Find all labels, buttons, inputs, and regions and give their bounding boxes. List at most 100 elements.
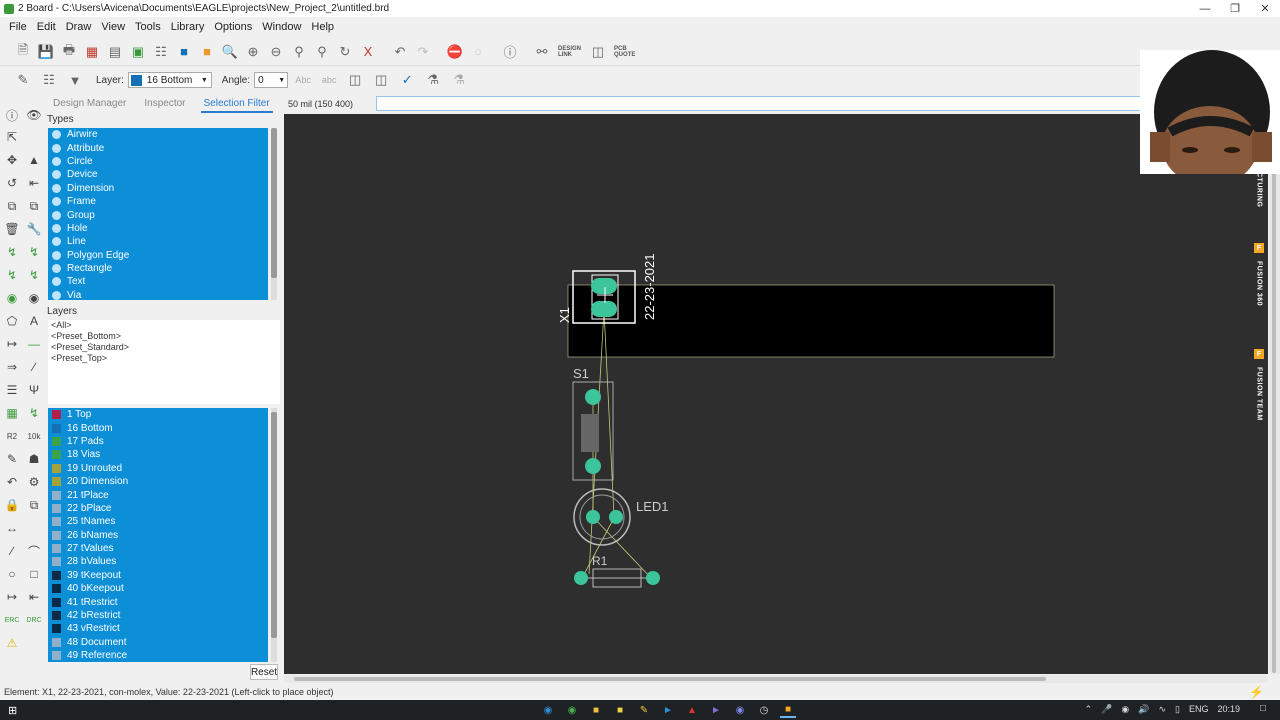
dimension-icon[interactable]: ⇒ xyxy=(3,358,21,376)
route-icon[interactable]: ⚗ xyxy=(448,69,470,91)
minimize-icon[interactable]: — xyxy=(1190,0,1220,17)
layer-filter-item[interactable]: 39 tKeepout xyxy=(48,569,268,582)
angle-select[interactable]: 0 ▼ xyxy=(254,72,289,88)
eagle-taskbar-icon[interactable]: ■ xyxy=(780,702,796,718)
name-icon[interactable]: R2 xyxy=(3,427,21,445)
hole-icon[interactable]: ◉ xyxy=(25,289,43,307)
layer-filter-item[interactable]: 41 tRestrict xyxy=(48,595,268,608)
optimize-icon[interactable]: ↔ xyxy=(3,519,21,537)
visual-studio-icon[interactable]: ► xyxy=(708,702,724,718)
group-icon[interactable]: ▦ xyxy=(3,404,21,422)
menu-help[interactable]: Help xyxy=(306,21,339,33)
design-link-label[interactable]: DESIGN LINK xyxy=(554,46,586,58)
windows-start-icon[interactable]: ⊞ xyxy=(8,704,17,717)
autoroute-icon[interactable]: ↯ xyxy=(3,266,21,284)
paste-icon[interactable]: ⧉ xyxy=(25,197,43,215)
move-icon[interactable]: ✥ xyxy=(3,151,21,169)
type-filter-item[interactable]: Polygon Edge xyxy=(48,249,268,262)
info-icon[interactable]: ⓘ xyxy=(3,106,21,124)
camera-icon[interactable]: ◉ xyxy=(1121,704,1129,715)
schematic-icon[interactable]: ▤ xyxy=(104,41,126,63)
mic-icon[interactable]: 🎤 xyxy=(1101,704,1112,715)
redo-icon[interactable]: ↷ xyxy=(412,41,434,63)
zoom-select-icon[interactable]: ⚲ xyxy=(288,41,310,63)
align-icon[interactable]: ⇤ xyxy=(25,174,43,192)
line-icon[interactable]: — xyxy=(25,335,43,353)
measure-icon[interactable]: ↦ xyxy=(3,588,21,606)
menu-window[interactable]: Window xyxy=(257,21,306,33)
layer-filter-item[interactable]: 17 Pads xyxy=(48,435,268,448)
ripup-icon[interactable]: ↯ xyxy=(25,243,43,261)
layer-filter-item[interactable]: 18 Vias xyxy=(48,448,268,461)
edit-icon[interactable]: ✎ xyxy=(12,69,34,91)
via-icon[interactable]: ◉ xyxy=(3,289,21,307)
tab-design-manager[interactable]: Design Manager xyxy=(50,96,129,113)
zoom-last-icon[interactable]: ⚲ xyxy=(311,41,333,63)
rectangle-icon[interactable]: □ xyxy=(25,565,43,583)
battery-icon[interactable]: ▯ xyxy=(1175,704,1180,715)
delete-icon[interactable]: 🗑 xyxy=(3,220,21,238)
go-icon[interactable]: ○ xyxy=(467,41,489,63)
value-icon[interactable]: 10k xyxy=(25,427,43,445)
close-icon[interactable]: ✕ xyxy=(1250,0,1280,17)
menu-edit[interactable]: Edit xyxy=(32,21,61,33)
smash-icon[interactable]: ↯ xyxy=(25,404,43,422)
type-filter-item[interactable]: Circle xyxy=(48,155,268,168)
spin-text-icon[interactable]: abc xyxy=(318,69,340,91)
meander-icon[interactable]: ↯ xyxy=(25,266,43,284)
notes-icon[interactable]: ■ xyxy=(612,702,628,718)
type-filter-item[interactable]: Dimension xyxy=(48,182,268,195)
library-icon[interactable]: ☷ xyxy=(150,41,172,63)
copy-icon[interactable]: ⧉ xyxy=(3,197,21,215)
layer-filter-item[interactable]: 16 Bottom xyxy=(48,421,268,434)
script-icon[interactable]: ■ xyxy=(173,41,195,63)
reset-button[interactable]: Reset xyxy=(250,664,278,680)
menu-tools[interactable]: Tools xyxy=(130,21,166,33)
layer-preset-item[interactable]: <Preset_Bottom> xyxy=(48,331,280,342)
undo-icon[interactable]: ↶ xyxy=(389,41,411,63)
type-filter-item[interactable]: Rectangle xyxy=(48,262,268,275)
layer-filter-item[interactable]: 19 Unrouted xyxy=(48,462,268,475)
layer-filter-item[interactable]: 20 Dimension xyxy=(48,475,268,488)
bolt-icon[interactable]: ⚡ xyxy=(1249,685,1264,699)
erc-icon[interactable]: ERC xyxy=(3,611,21,629)
acrobat-icon[interactable]: ▲ xyxy=(684,702,700,718)
component-s1[interactable]: S1 xyxy=(572,366,614,481)
align-right-icon[interactable]: ◫ xyxy=(370,69,392,91)
layer-select[interactable]: 16 Bottom ▼ xyxy=(127,72,212,88)
edge-icon[interactable]: ◉ xyxy=(540,702,556,718)
layer-icon[interactable]: ☰ xyxy=(3,381,21,399)
dimension-tool-icon[interactable]: ⇤ xyxy=(25,588,43,606)
clock-time[interactable]: 20:19 xyxy=(1217,704,1240,715)
layer-filter-item[interactable]: 21 tPlace xyxy=(48,488,268,501)
antenna-icon[interactable]: Ψ xyxy=(25,381,43,399)
route-wire-icon[interactable]: ↯ xyxy=(3,243,21,261)
type-filter-item[interactable]: Hole xyxy=(48,222,268,235)
notification-icon[interactable]: □ xyxy=(1260,703,1266,714)
save-icon[interactable]: 💾 xyxy=(35,41,57,63)
types-scrollbar[interactable] xyxy=(271,128,277,300)
arc-icon[interactable]: ⌒ xyxy=(25,542,43,560)
type-filter-item[interactable]: Frame xyxy=(48,195,268,208)
rotate-icon[interactable]: ↺ xyxy=(3,174,21,192)
tab-inspector[interactable]: Inspector xyxy=(141,96,188,113)
stop-icon[interactable]: ⛔ xyxy=(444,41,466,63)
layer-filter-item[interactable]: 25 tNames xyxy=(48,515,268,528)
vscode-icon[interactable]: ► xyxy=(660,702,676,718)
change-icon[interactable]: ✎ xyxy=(3,450,21,468)
menu-options[interactable]: Options xyxy=(209,21,257,33)
layer-preset-item[interactable]: <All> xyxy=(48,320,280,331)
type-filter-item[interactable]: Group xyxy=(48,208,268,221)
pcb-quote-icon[interactable]: ◫ xyxy=(587,41,609,63)
menu-view[interactable]: View xyxy=(96,21,130,33)
canvas-vertical-scrollbar[interactable] xyxy=(1269,114,1280,674)
layer-filter-item[interactable]: 42 bRestrict xyxy=(48,609,268,622)
polygon-icon[interactable]: ⬠ xyxy=(3,312,21,330)
layer-filter-item[interactable]: 49 Reference xyxy=(48,649,268,662)
replace-icon[interactable]: ⧉ xyxy=(25,496,43,514)
print-icon[interactable]: 🖶 xyxy=(58,41,80,63)
warning-icon[interactable]: ⚠ xyxy=(3,634,21,652)
tag-icon[interactable]: ☗ xyxy=(25,450,43,468)
circle-icon[interactable]: ○ xyxy=(3,565,21,583)
menu-file[interactable]: File xyxy=(4,21,32,33)
